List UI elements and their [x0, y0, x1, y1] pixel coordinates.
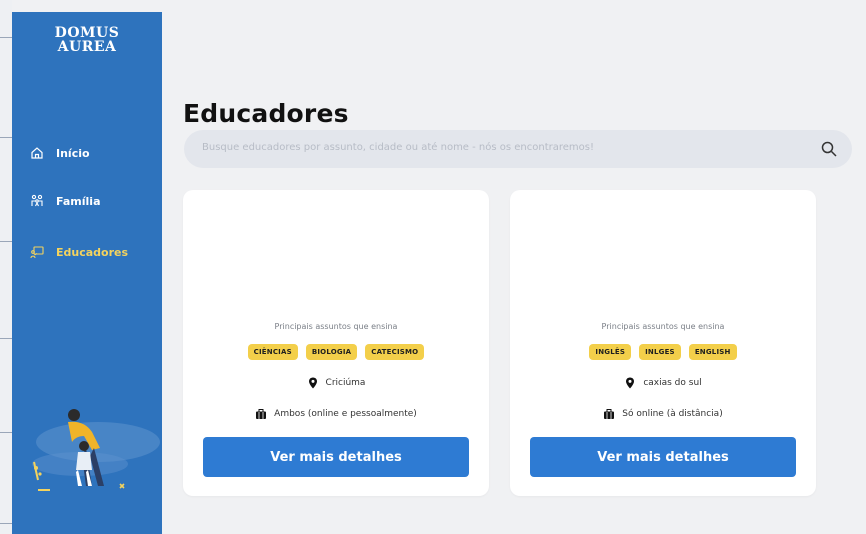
location-text: Criciúma — [325, 378, 366, 388]
sidebar: DOMUS AUREA Início Família Educadores — [12, 12, 162, 534]
briefcase-icon — [603, 408, 615, 420]
sidebar-item-label: Família — [56, 194, 101, 208]
sidebar-item-label: Início — [56, 146, 90, 160]
logo-line-1: DOMUS — [54, 25, 120, 41]
modality-row: Ambos (online e pessoalmente) — [183, 408, 489, 420]
location-text: caxias do sul — [643, 378, 702, 388]
subject-tags: INGLÊS INLGES ENGLISH — [510, 344, 816, 360]
subject-tag: CIÊNCIAS — [247, 344, 298, 360]
logo-line-2: AUREA — [57, 39, 117, 55]
search-bar[interactable]: Busque educadores por assunto, cidade ou… — [184, 130, 852, 168]
sidebar-item-educadores[interactable]: Educadores — [30, 241, 128, 263]
modality-row: Só online (à distância) — [510, 408, 816, 420]
educator-card: Principais assuntos que ensina CIÊNCIAS … — [183, 190, 489, 496]
educator-board-icon — [30, 245, 44, 259]
educator-card: Principais assuntos que ensina INGLÊS IN… — [510, 190, 816, 496]
modality-text: Só online (à distância) — [622, 409, 723, 419]
subjects-label: Principais assuntos que ensina — [601, 322, 725, 331]
parent-child-illustration — [32, 409, 160, 491]
location-row: caxias do sul — [510, 377, 816, 389]
family-icon — [30, 194, 44, 208]
details-button[interactable]: Ver mais detalhes — [203, 437, 469, 477]
details-button[interactable]: Ver mais detalhes — [530, 437, 796, 477]
subject-tag: INLGES — [639, 344, 681, 360]
modality-text: Ambos (online e pessoalmente) — [274, 409, 417, 419]
edge-divider — [0, 338, 12, 339]
subjects-label: Principais assuntos que ensina — [274, 322, 398, 331]
left-edge-strip — [0, 0, 12, 534]
page-title: Educadores — [183, 98, 349, 128]
sidebar-item-inicio[interactable]: Início — [30, 142, 90, 164]
subject-tag: BIOLOGIA — [305, 344, 358, 360]
search-icon[interactable] — [820, 140, 838, 158]
location-pin-icon — [307, 377, 319, 389]
sidebar-item-label: Educadores — [56, 245, 129, 259]
logo[interactable]: DOMUS AUREA — [12, 26, 162, 54]
edge-divider — [0, 241, 12, 242]
subject-tag: INGLÊS — [589, 344, 632, 360]
subject-tag: CATECISMO — [365, 344, 425, 360]
subject-tags: CIÊNCIAS BIOLOGIA CATECISMO — [183, 344, 489, 360]
edge-divider — [0, 137, 12, 138]
subject-tag: ENGLISH — [688, 344, 737, 360]
search-input[interactable]: Busque educadores por assunto, cidade ou… — [202, 142, 594, 153]
location-pin-icon — [624, 377, 636, 389]
sidebar-item-familia[interactable]: Família — [30, 190, 101, 212]
briefcase-icon — [255, 408, 267, 420]
home-icon — [30, 146, 44, 160]
edge-divider — [0, 432, 12, 433]
edge-divider — [0, 37, 12, 38]
location-row: Criciúma — [183, 377, 489, 389]
edge-divider — [0, 523, 12, 524]
